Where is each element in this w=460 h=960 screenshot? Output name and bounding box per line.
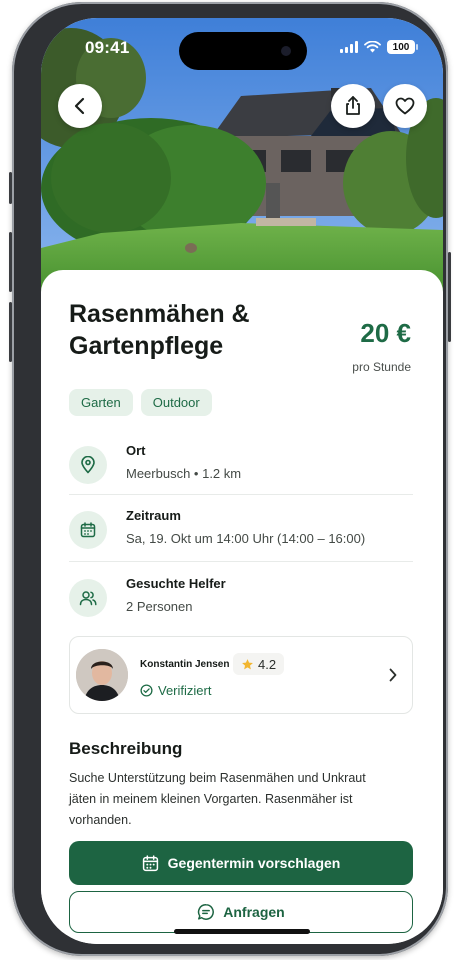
check-circle-icon <box>140 684 153 697</box>
rating-badge: 4.2 <box>233 653 285 675</box>
description-text: Suche Unterstützung beim Rasenmähen und … <box>69 771 366 827</box>
share-icon <box>346 96 360 115</box>
calendar-icon <box>142 854 158 871</box>
detail-value: Meerbusch • 1.2 km <box>126 466 242 481</box>
volume-down-button <box>9 302 12 362</box>
tag-list: Garten Outdoor <box>69 389 212 416</box>
secondary-button-label: Anfragen <box>223 904 285 920</box>
detail-label: Ort <box>126 443 146 458</box>
mute-switch <box>9 172 12 204</box>
listing-title: Rasenmähen & Gartenpflege <box>69 300 250 360</box>
divider <box>69 561 413 562</box>
status-bar: 09:41 100 <box>41 18 443 72</box>
listing-price: 20 € <box>360 318 411 348</box>
tag-chip: Outdoor <box>140 389 212 416</box>
power-button <box>448 252 451 342</box>
phone-frame: 09:41 100 Rasenmähen & Gartenpflege 20 €… <box>9 2 451 956</box>
map-pin-icon <box>69 446 107 484</box>
star-icon <box>242 658 253 669</box>
screen: 09:41 100 Rasenmähen & Gartenpflege 20 €… <box>41 18 443 944</box>
rating-value: 4.2 <box>258 656 277 672</box>
detail-row-timeframe: Zeitraum Sa, 19. Okt um 14:00 Uhr (14:00… <box>69 503 413 565</box>
chevron-right-icon <box>389 668 397 682</box>
detail-label: Gesuchte Helfer <box>126 576 226 591</box>
verified-badge: Verifiziert <box>140 683 211 698</box>
share-button[interactable] <box>331 84 375 128</box>
request-button[interactable]: Anfragen <box>69 891 413 933</box>
status-time: 09:41 <box>85 38 130 57</box>
back-button[interactable] <box>58 84 102 128</box>
primary-button-label: Gegentermin vorschlagen <box>167 855 341 871</box>
chevron-left-icon <box>74 97 85 115</box>
heart-icon <box>395 97 415 115</box>
wifi-icon <box>364 41 381 53</box>
users-icon <box>69 579 107 617</box>
chat-bubble-icon <box>198 904 215 920</box>
detail-value: 2 Personen <box>126 599 193 614</box>
detail-label: Zeitraum <box>126 508 181 523</box>
propose-appointment-button[interactable]: Gegentermin vorschlagen <box>69 841 413 885</box>
divider <box>69 494 413 495</box>
verified-label: Verifiziert <box>158 683 212 698</box>
battery-indicator: 100 <box>387 40 418 54</box>
volume-up-button <box>9 232 12 292</box>
avatar <box>76 649 128 701</box>
tag-chip: Garten <box>69 389 133 416</box>
calendar-icon <box>69 511 107 549</box>
description-heading: Beschreibung <box>69 739 183 758</box>
home-indicator <box>174 929 310 934</box>
detail-value: Sa, 19. Okt um 14:00 Uhr (14:00 – 16:00) <box>126 531 366 546</box>
price-unit: pro Stunde <box>352 360 411 374</box>
detail-sheet: Rasenmähen & Gartenpflege 20 € pro Stund… <box>41 270 443 944</box>
status-icons: 100 <box>340 40 418 54</box>
host-card[interactable]: Konstantin Jensen 4.2 Verifiziert <box>69 636 413 714</box>
host-name: Konstantin Jensen <box>140 659 230 670</box>
detail-row-helpers: Gesuchte Helfer 2 Personen <box>69 571 413 633</box>
signal-icon <box>340 41 358 53</box>
dynamic-island <box>179 32 307 70</box>
detail-row-location: Ort Meerbusch • 1.2 km <box>69 438 413 500</box>
favorite-button[interactable] <box>383 84 427 128</box>
